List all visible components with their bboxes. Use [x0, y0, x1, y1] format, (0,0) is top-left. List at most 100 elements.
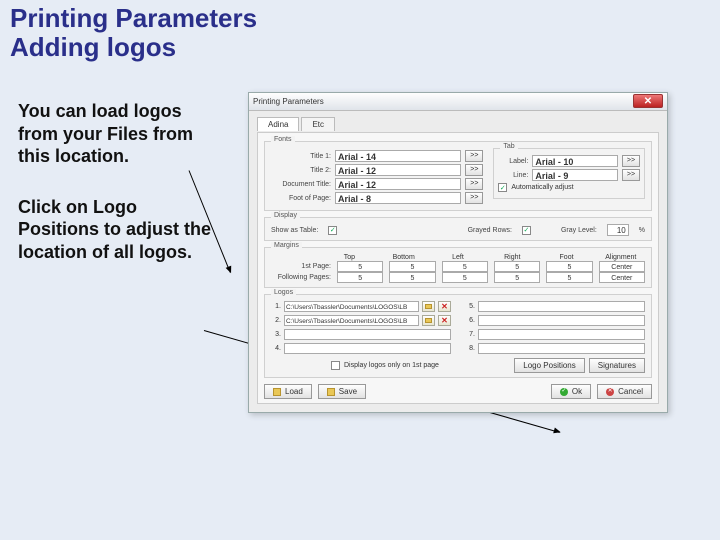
title1-browse-button[interactable]: >> [465, 150, 483, 162]
margins-head-left: Left [434, 254, 482, 261]
title2-browse-button[interactable]: >> [465, 164, 483, 176]
line-browse-button[interactable]: >> [622, 169, 640, 181]
title2-field[interactable]: Arial - 12 [335, 164, 461, 176]
gray-level-field[interactable]: 10 [607, 224, 629, 236]
title2-label: Title 2: [271, 167, 331, 174]
following-align[interactable]: Center [599, 272, 645, 283]
logo-row-7: 7. [465, 329, 645, 340]
label-browse-button[interactable]: >> [622, 155, 640, 167]
line-font-field[interactable]: Arial - 9 [532, 169, 618, 181]
load-button[interactable]: Load [264, 384, 312, 399]
margins-head-right: Right [488, 254, 536, 261]
printing-parameters-dialog: Printing Parameters ✕ Adina Etc Fonts Ti… [248, 92, 668, 413]
first-page-label: 1st Page: [271, 263, 331, 270]
following-right[interactable]: 5 [494, 272, 540, 283]
save-button[interactable]: Save [318, 384, 366, 399]
footer-browse-button[interactable]: >> [465, 192, 483, 204]
paragraph-1: You can load logos from your Files from … [18, 100, 218, 168]
signatures-button[interactable]: Signatures [589, 358, 645, 373]
label-font-label: Label: [498, 158, 528, 165]
first-right[interactable]: 5 [494, 261, 540, 272]
logo-path-3[interactable] [284, 329, 451, 340]
label-font-field[interactable]: Arial - 10 [532, 155, 618, 167]
following-left[interactable]: 5 [442, 272, 488, 283]
ok-button[interactable]: ✓ Ok [551, 384, 591, 399]
fonts-left: Title 1: Arial - 14 >> Title 2: Arial - … [271, 148, 483, 206]
logo-row-1: 1. C:\Users\Tbassler\Documents\LOGOS\LB … [271, 301, 451, 312]
first-left[interactable]: 5 [442, 261, 488, 272]
title-block: Printing Parameters Adding logos [10, 4, 710, 61]
doc-title-field[interactable]: Arial - 12 [335, 178, 461, 190]
logo-row-2: 2. C:\Users\Tbassler\Documents\LOGOS\LB … [271, 315, 451, 326]
following-top[interactable]: 5 [337, 272, 383, 283]
margins-group: Margins x Top Bottom Left Right Foot Ali… [264, 247, 652, 288]
first-top[interactable]: 5 [337, 261, 383, 272]
delete-icon: ✕ [441, 317, 448, 325]
cancel-icon: ✕ [606, 388, 614, 396]
margins-head-align: Alignment [597, 254, 645, 261]
logo-path-1[interactable]: C:\Users\Tbassler\Documents\LOGOS\LB [284, 301, 419, 312]
auto-adjust-label: Automatically adjust [511, 184, 573, 191]
tab-main[interactable]: Adina [257, 117, 299, 131]
logo-row-3: 3. [271, 329, 451, 340]
logo-row-6: 6. [465, 315, 645, 326]
line-font-label: Line: [498, 172, 528, 179]
folder-icon [425, 304, 432, 309]
display-only-first-label: Display logos only on 1st page [344, 362, 439, 369]
logo-path-7[interactable] [478, 329, 645, 340]
logo-path-5[interactable] [478, 301, 645, 312]
grayed-rows-checkbox[interactable]: ✓ [522, 226, 531, 235]
logo-path-4[interactable] [284, 343, 451, 354]
doc-title-label: Document Title: [271, 181, 331, 188]
gray-level-percent: % [639, 227, 645, 234]
logo-path-8[interactable] [478, 343, 645, 354]
save-label: Save [339, 385, 357, 398]
logo-browse-2[interactable] [422, 315, 435, 326]
display-group: Display Show as Table: ✓ Grayed Rows: ✓ … [264, 217, 652, 241]
slide-root: Printing Parameters Adding logos You can… [0, 0, 720, 540]
show-as-table-label: Show as Table: [271, 227, 318, 234]
tab-other[interactable]: Etc [301, 117, 335, 131]
delete-icon: ✕ [441, 303, 448, 311]
grayed-rows-label: Grayed Rows: [468, 227, 512, 234]
fonts-right: Tab Label: Arial - 10 >> Line: Arial - 9 [493, 148, 645, 206]
title1-field[interactable]: Arial - 14 [335, 150, 461, 162]
first-foot[interactable]: 5 [546, 261, 592, 272]
display-only-first-checkbox[interactable] [331, 361, 340, 370]
load-label: Load [285, 385, 303, 398]
show-as-table-checkbox[interactable]: ✓ [328, 226, 337, 235]
dialog-titlebar: Printing Parameters ✕ [249, 93, 667, 111]
logo-browse-1[interactable] [422, 301, 435, 312]
logo-clear-2[interactable]: ✕ [438, 315, 451, 326]
display-group-label: Display [271, 212, 300, 219]
gray-level-label: Gray Level: [561, 227, 597, 234]
logos-group: Logos 1. C:\Users\Tbassler\Documents\LOG… [264, 294, 652, 378]
following-foot[interactable]: 5 [546, 272, 592, 283]
logo-clear-1[interactable]: ✕ [438, 301, 451, 312]
fonts-group-label: Fonts [271, 136, 295, 143]
footer-field[interactable]: Arial - 8 [335, 192, 461, 204]
panel: Fonts Title 1: Arial - 14 >> Title 2: Ar… [257, 132, 659, 404]
doc-title-browse-button[interactable]: >> [465, 178, 483, 190]
close-button[interactable]: ✕ [633, 94, 663, 108]
following-bottom[interactable]: 5 [389, 272, 435, 283]
paragraph-2: Click on Logo Positions to adjust the lo… [18, 196, 218, 264]
load-icon [273, 388, 281, 396]
footer-label: Foot of Page: [271, 195, 331, 202]
logo-row-8: 8. [465, 343, 645, 354]
first-align[interactable]: Center [599, 261, 645, 272]
title1-label: Title 1: [271, 153, 331, 160]
logo-positions-button[interactable]: Logo Positions [514, 358, 584, 373]
ok-label: Ok [572, 385, 582, 398]
first-bottom[interactable]: 5 [389, 261, 435, 272]
cancel-button[interactable]: ✕ Cancel [597, 384, 652, 399]
margins-head-foot: Foot [542, 254, 590, 261]
cancel-label: Cancel [618, 385, 643, 398]
auto-adjust-checkbox[interactable]: ✓ [498, 183, 507, 192]
close-icon: ✕ [644, 96, 652, 107]
body-text: You can load logos from your Files from … [18, 100, 218, 291]
dialog-body: Adina Etc Fonts Title 1: Arial - 14 >> [249, 111, 667, 412]
logo-path-2[interactable]: C:\Users\Tbassler\Documents\LOGOS\LB [284, 315, 419, 326]
logo-path-6[interactable] [478, 315, 645, 326]
ok-icon: ✓ [560, 388, 568, 396]
